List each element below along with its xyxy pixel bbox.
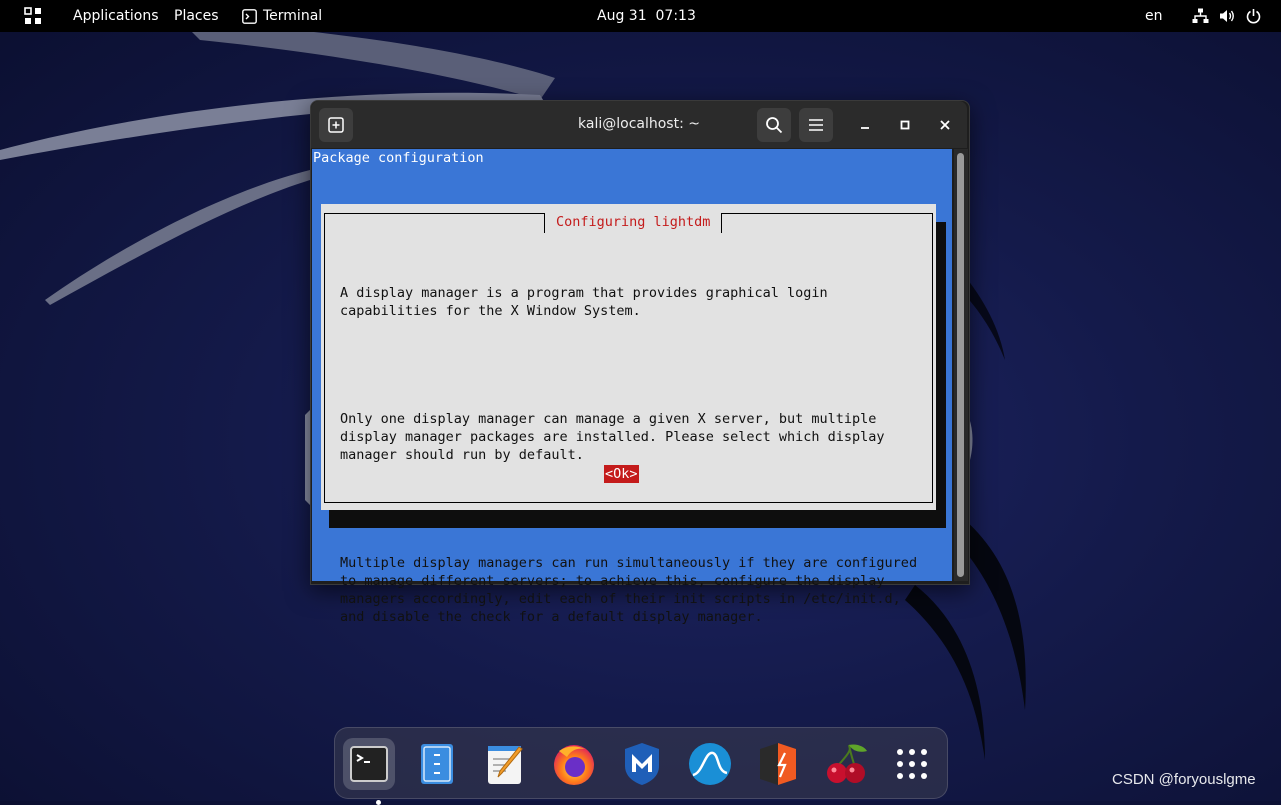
terminal-scrollbar[interactable] — [954, 149, 968, 581]
language-indicator[interactable]: en — [1145, 0, 1163, 32]
dialog-title: Configuring lightdm — [544, 213, 723, 233]
dock — [334, 727, 948, 805]
dock-wireshark[interactable] — [684, 738, 736, 790]
power-icon — [1246, 9, 1261, 24]
dialog-paragraph: Multiple display managers can run simult… — [340, 555, 918, 625]
dialog-paragraph: Only one display manager can manage a gi… — [340, 411, 885, 463]
terminal-icon — [350, 746, 388, 782]
window-titlebar[interactable]: kali@localhost: ~ — [311, 101, 967, 148]
dialog-frame: Configuring lightdm A display manager is… — [324, 213, 933, 625]
new-tab-icon — [328, 117, 344, 133]
dialog-body: A display manager is a program that prov… — [340, 248, 925, 662]
search-button[interactable] — [757, 108, 791, 142]
minimize-icon — [861, 127, 869, 129]
active-app-terminal[interactable]: Terminal — [242, 0, 322, 32]
active-app-label: Terminal — [263, 8, 323, 24]
new-tab-button[interactable] — [319, 108, 353, 142]
dock-terminal[interactable] — [343, 738, 395, 805]
close-button[interactable] — [933, 113, 957, 137]
dock-text-editor[interactable] — [480, 738, 532, 790]
terminal-viewport[interactable]: Package configuration Configuring lightd… — [312, 149, 952, 625]
clock[interactable]: Aug 31 07:13 — [597, 0, 696, 32]
menu-button[interactable] — [799, 108, 833, 142]
search-icon — [766, 117, 783, 134]
wireshark-icon — [689, 743, 731, 785]
terminal-icon — [242, 8, 257, 24]
metasploit-icon — [625, 743, 659, 785]
applications-menu[interactable]: Applications — [73, 0, 159, 32]
scrollbar-thumb[interactable] — [957, 153, 964, 577]
package-configuration-title: Package configuration — [313, 150, 484, 166]
dock-firefox[interactable] — [548, 738, 600, 790]
dock-files[interactable] — [411, 738, 463, 790]
show-apps-icon — [897, 749, 927, 779]
apps-grid-icon[interactable] — [24, 0, 42, 32]
close-icon — [940, 120, 950, 130]
volume-icon — [1220, 10, 1234, 22]
top-panel: Applications Places Terminal Aug 31 07:1… — [0, 0, 1281, 32]
files-icon — [421, 744, 453, 784]
firefox-icon — [554, 745, 594, 785]
dock-burpsuite[interactable] — [752, 738, 804, 790]
configuring-dialog: Configuring lightdm A display manager is… — [321, 204, 936, 625]
ok-button[interactable]: <Ok> — [604, 465, 639, 483]
burpsuite-icon — [760, 743, 796, 785]
dialog-paragraph: A display manager is a program that prov… — [340, 285, 828, 319]
cherrytree-icon — [827, 744, 867, 783]
hamburger-menu-icon — [809, 119, 823, 131]
text-editor-icon — [488, 746, 523, 784]
system-tray[interactable] — [1192, 0, 1261, 32]
minimize-button[interactable] — [853, 113, 877, 137]
network-icon — [1192, 8, 1209, 23]
maximize-button[interactable] — [893, 113, 917, 137]
dock-cherrytree[interactable] — [820, 738, 872, 790]
places-menu[interactable]: Places — [174, 0, 219, 32]
dock-metasploit[interactable] — [616, 738, 668, 790]
maximize-icon — [900, 120, 910, 130]
dock-show-apps[interactable] — [886, 738, 938, 790]
terminal-window[interactable]: kali@localhost: ~ Package configuration — [310, 100, 970, 625]
watermark: CSDN @foryouslgme — [1112, 771, 1256, 788]
